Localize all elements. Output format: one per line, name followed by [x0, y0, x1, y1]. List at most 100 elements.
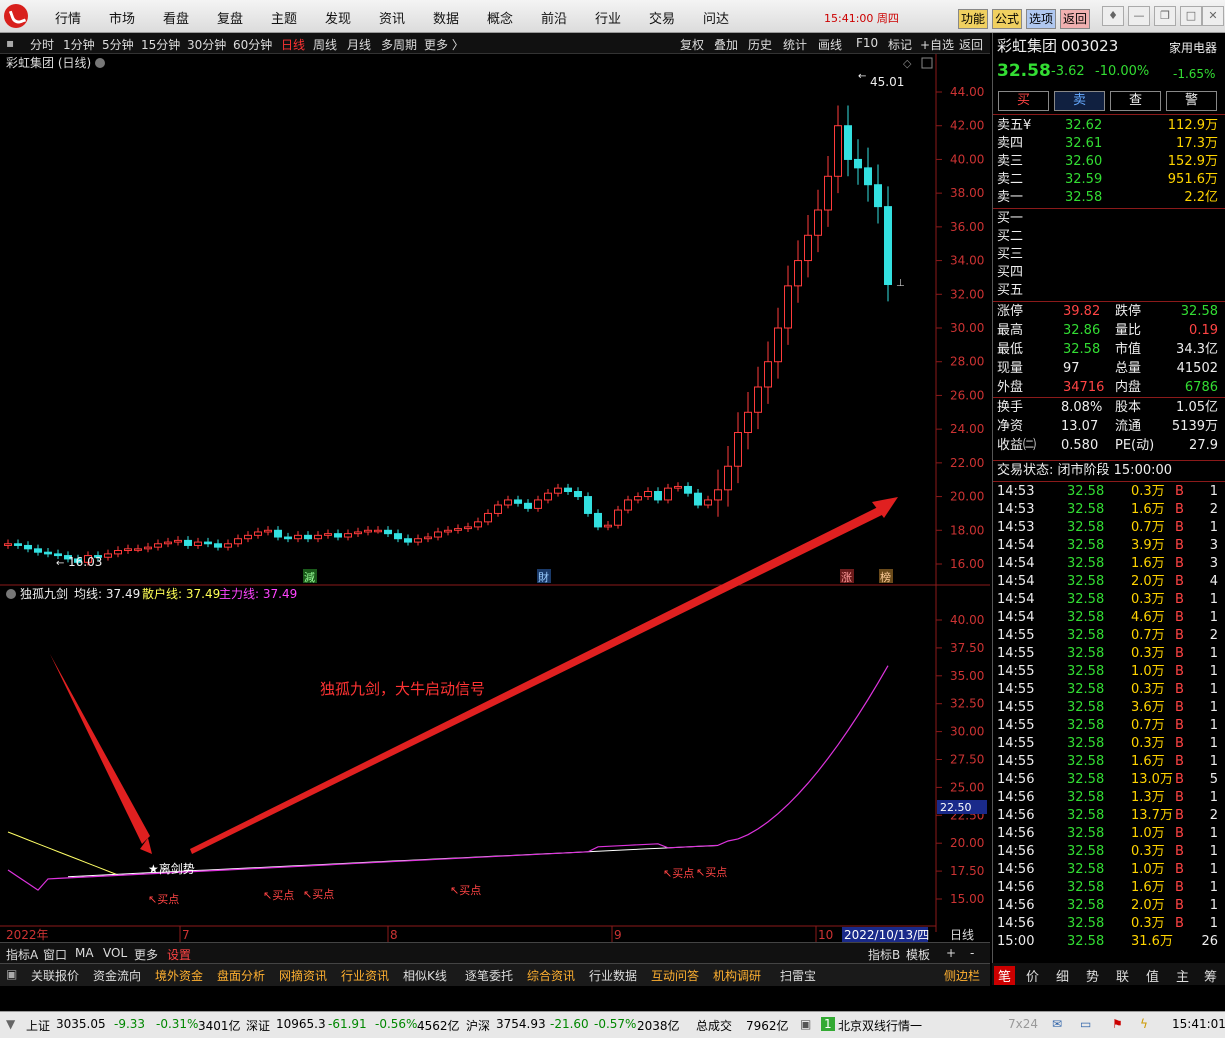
- candle-body: [124, 548, 132, 552]
- tab-indicator-a[interactable]: 指标A: [6, 946, 38, 963]
- buy-button[interactable]: 买: [998, 91, 1049, 111]
- period-multi[interactable]: 多周期: [381, 36, 417, 53]
- menu-faxian[interactable]: 发现: [325, 8, 351, 27]
- tab-settings[interactable]: 设置: [167, 946, 191, 963]
- sector-name[interactable]: 家用电器: [1169, 39, 1217, 57]
- menu-shuju[interactable]: 数据: [433, 8, 459, 27]
- tool-draw[interactable]: 画线: [818, 36, 842, 53]
- close-icon[interactable]: ✕: [1202, 6, 1224, 26]
- func-minesweeper[interactable]: 扫雷宝: [780, 967, 816, 984]
- tool-return[interactable]: 返回: [959, 36, 983, 53]
- return-button[interactable]: 返回: [1060, 9, 1091, 29]
- kline-chart[interactable]: 彩虹集团 (日线) ◇ 44.00 42.00 40.00 38.00 36.00 34.…: [0, 54, 990, 942]
- menu-hangqing[interactable]: 行情: [55, 8, 81, 27]
- tab-template[interactable]: 模板: [906, 946, 930, 963]
- side-tab-jia[interactable]: 价: [1026, 966, 1039, 985]
- tab-ma[interactable]: MA: [75, 946, 94, 960]
- tool-fuquan[interactable]: 复权: [680, 36, 704, 53]
- period-30min[interactable]: 30分钟: [187, 36, 226, 53]
- func-overseas-fund[interactable]: 境外资金: [155, 967, 203, 984]
- tab-vol[interactable]: VOL: [103, 946, 127, 960]
- period-more[interactable]: 更多 〉: [424, 36, 464, 53]
- menu-zixun[interactable]: 资讯: [379, 8, 405, 27]
- maximize-icon[interactable]: □: [1180, 6, 1202, 26]
- side-tab-lian[interactable]: 联: [1116, 966, 1129, 985]
- tab-zoom-out[interactable]: -: [970, 946, 974, 960]
- func-fund-flow[interactable]: 资金流向: [93, 967, 141, 984]
- sell-button[interactable]: 卖: [1054, 91, 1105, 111]
- period-5min[interactable]: 5分钟: [102, 36, 134, 53]
- lightning-icon[interactable]: ϟ: [1140, 1017, 1148, 1031]
- tab-more[interactable]: 更多: [134, 946, 158, 963]
- func-industry-news[interactable]: 行业资讯: [341, 967, 389, 984]
- period-daily[interactable]: 日线: [281, 36, 305, 53]
- func-qa[interactable]: 互动问答: [651, 967, 699, 984]
- tab-window[interactable]: 窗口: [43, 946, 67, 963]
- shirt-icon[interactable]: ♦: [1102, 6, 1124, 26]
- func-bar-toggle-icon[interactable]: ▣: [6, 967, 17, 981]
- message-icon[interactable]: ✉: [1052, 1017, 1062, 1031]
- tab-zoom-in[interactable]: +: [946, 946, 956, 960]
- period-fenshi[interactable]: 分时: [30, 36, 54, 53]
- func-order-flow[interactable]: 逐笔委托: [465, 967, 513, 984]
- tick-count: 1: [1209, 826, 1218, 841]
- menu-shichang[interactable]: 市场: [109, 8, 135, 27]
- menu-jiaoyi[interactable]: 交易: [649, 8, 675, 27]
- menu-qianyan[interactable]: 前沿: [541, 8, 567, 27]
- side-tab-shi[interactable]: 势: [1086, 966, 1099, 985]
- query-button[interactable]: 查: [1110, 91, 1161, 111]
- period-15min[interactable]: 15分钟: [141, 36, 180, 53]
- indicator-dropdown-icon[interactable]: [6, 589, 16, 599]
- period-weekly[interactable]: 周线: [313, 36, 337, 53]
- tool-f10[interactable]: F10: [856, 36, 878, 50]
- func-sidebar[interactable]: 侧边栏: [944, 967, 980, 984]
- func-general-news[interactable]: 综合资讯: [527, 967, 575, 984]
- side-tab-zhi[interactable]: 值: [1146, 966, 1159, 985]
- period-monthly[interactable]: 月线: [347, 36, 371, 53]
- menu-kanpan[interactable]: 看盘: [163, 8, 189, 27]
- period-60min[interactable]: 60分钟: [233, 36, 272, 53]
- date-label: 2022/10/13/四: [844, 928, 929, 942]
- func-similar-k[interactable]: 相似K线: [403, 967, 447, 984]
- menu-hangye[interactable]: 行业: [595, 8, 621, 27]
- formula-button[interactable]: 公式: [992, 9, 1023, 29]
- menu-wenda[interactable]: 问达: [703, 8, 729, 27]
- options-button[interactable]: 选项: [1026, 9, 1057, 29]
- app-logo[interactable]: [4, 4, 28, 28]
- alert-button[interactable]: 警: [1166, 91, 1217, 111]
- feed-name[interactable]: 北京双线行情一: [838, 1017, 922, 1034]
- diamond-icon[interactable]: ◇: [903, 57, 912, 70]
- menu-zhuti[interactable]: 主题: [271, 8, 297, 27]
- restore-icon[interactable]: ❐: [1154, 6, 1176, 26]
- period-1min[interactable]: 1分钟: [63, 36, 95, 53]
- side-tab-xi[interactable]: 细: [1056, 966, 1069, 985]
- toolbar-toggle-icon[interactable]: ▪: [6, 36, 14, 50]
- chart-dropdown-icon[interactable]: [95, 58, 105, 68]
- side-tab-bi[interactable]: 笔: [994, 966, 1016, 985]
- func-industry-data[interactable]: 行业数据: [589, 967, 637, 984]
- tool-overlay[interactable]: 叠加: [714, 36, 738, 53]
- tool-add-watchlist[interactable]: +自选: [920, 36, 954, 53]
- tab-indicator-b[interactable]: 指标B: [868, 946, 900, 963]
- tool-history[interactable]: 历史: [748, 36, 772, 53]
- function-button[interactable]: 功能: [958, 9, 989, 29]
- monitor-icon[interactable]: ▭: [1080, 1017, 1091, 1031]
- side-tab-zhu[interactable]: 主: [1176, 966, 1189, 985]
- tool-mark[interactable]: 标记: [888, 36, 912, 53]
- menu-fupan[interactable]: 复盘: [217, 8, 243, 27]
- tool-stats[interactable]: 统计: [783, 36, 807, 53]
- flag-icon[interactable]: ⚑: [1112, 1017, 1123, 1031]
- func-web-news[interactable]: 网摘资讯: [279, 967, 327, 984]
- func-related-quote[interactable]: 关联报价: [31, 967, 79, 984]
- sz-name[interactable]: 深证: [246, 1017, 270, 1034]
- candle-body: [694, 492, 702, 506]
- side-tab-chou[interactable]: 筹: [1204, 966, 1217, 985]
- status-menu-icon[interactable]: ▼: [6, 1017, 15, 1031]
- minimize-icon[interactable]: —: [1128, 6, 1150, 26]
- sh-name[interactable]: 上证: [26, 1017, 50, 1034]
- func-research[interactable]: 机构调研: [713, 967, 761, 984]
- status-view-icon[interactable]: ▣: [800, 1017, 811, 1031]
- func-market-analysis[interactable]: 盘面分析: [217, 967, 265, 984]
- hs-name[interactable]: 沪深: [466, 1017, 490, 1034]
- menu-gainian[interactable]: 概念: [487, 8, 513, 27]
